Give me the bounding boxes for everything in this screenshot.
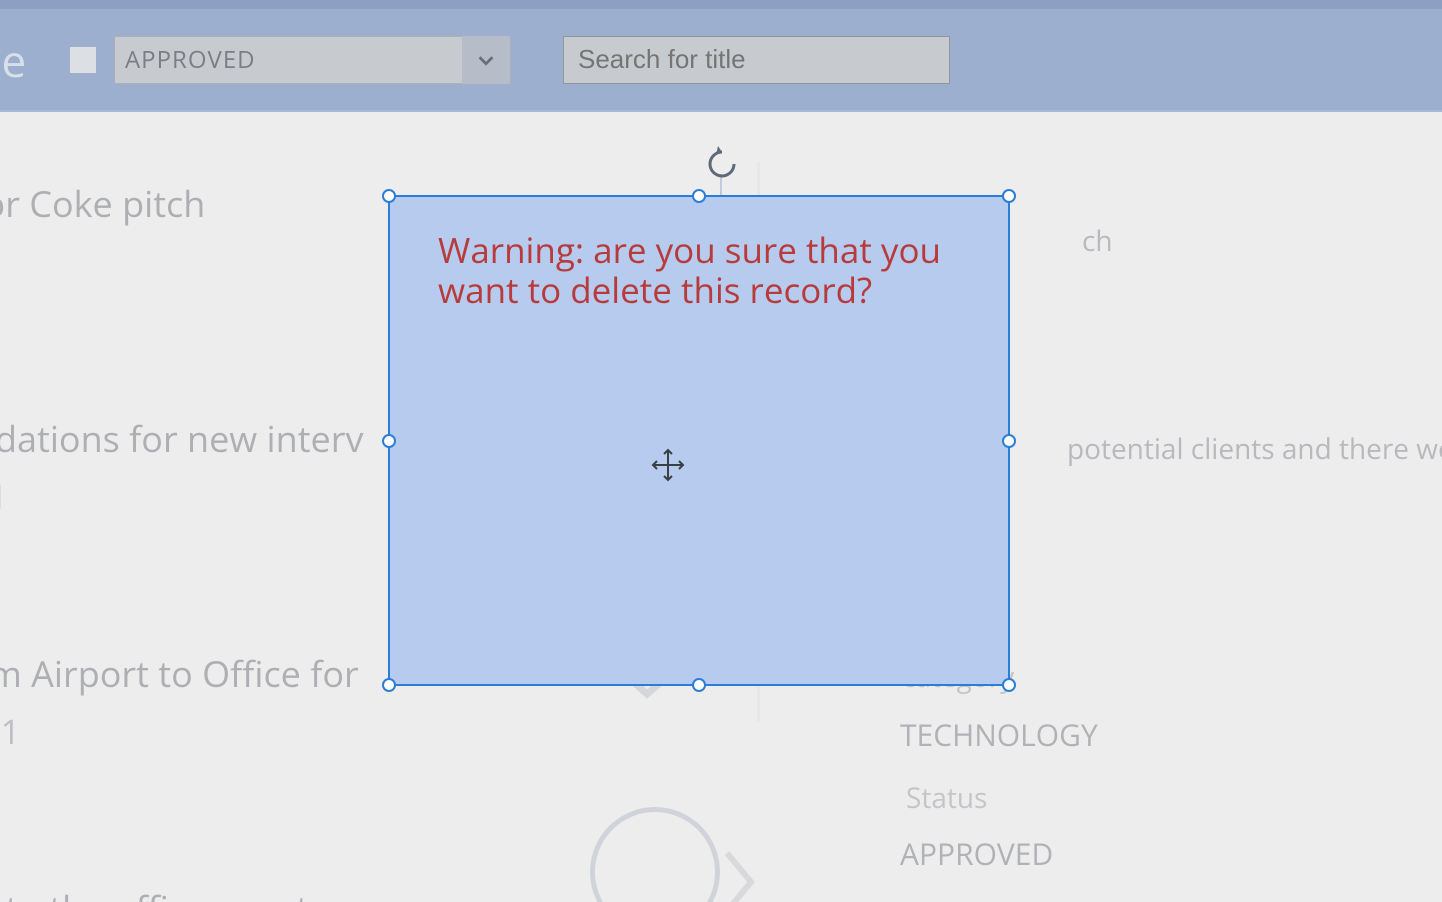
record-detail-panel: ch potential clients and there were 6 of…: [962, 222, 1442, 874]
search-input[interactable]: [563, 36, 950, 84]
resize-handle-tm[interactable]: [692, 189, 706, 203]
status-value: APPROVED: [900, 833, 1442, 874]
resize-handle-bl[interactable]: [382, 678, 396, 692]
detail-text-fragment: potential clients and there were 6 of u: [1067, 430, 1442, 468]
main-canvas-area: h for Coke pitch 022 OVED modations for …: [0, 112, 1442, 902]
resize-handle-ml[interactable]: [382, 434, 396, 448]
move-cursor-icon: [650, 447, 686, 488]
resize-handle-tr[interactable]: [1002, 189, 1016, 203]
status-filter-dropdown[interactable]: APPROVED: [114, 36, 511, 84]
resize-handle-br[interactable]: [1002, 678, 1016, 692]
warning-dialog-selected[interactable]: Warning: are you sure that you want to d…: [388, 195, 1010, 686]
app-header: se APPROVED: [0, 9, 1442, 112]
resize-handle-mr[interactable]: [1002, 434, 1016, 448]
record-status: OVED: [0, 762, 770, 805]
resize-handle-bm[interactable]: [692, 678, 706, 692]
detail-text-fragment: ch: [1082, 222, 1442, 260]
page-title-fragment: se: [0, 30, 40, 90]
rotate-handle-icon[interactable]: [700, 142, 744, 186]
category-value: TECHNOLOGY: [900, 714, 1442, 755]
status-label: Status: [906, 779, 1442, 817]
warning-text: Warning: are you sure that you want to d…: [390, 197, 1008, 312]
dropdown-selected-value: APPROVED: [125, 43, 256, 76]
resize-handle-tl[interactable]: [382, 189, 396, 203]
filter-checkbox[interactable]: [70, 47, 96, 73]
window-top-strip: [0, 0, 1442, 9]
chevron-right-icon[interactable]: [721, 847, 761, 902]
chevron-down-icon[interactable]: [462, 36, 510, 84]
